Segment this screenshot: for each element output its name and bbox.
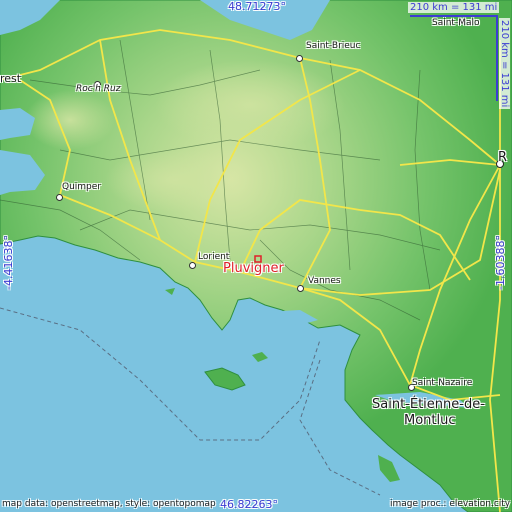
right-longitude-label: -1.60388° [494,235,507,290]
label-saint-nazaire: Saint-Nazaire [412,378,473,388]
label-rennes: R [498,150,508,165]
city-dot-lorient [189,262,196,269]
label-quimper: Quimper [62,182,102,192]
scale-label-horizontal: 210 km = 131 mi [408,2,500,13]
city-dot-saint-brieuc [296,55,303,62]
city-dot-vannes [297,285,304,292]
label-saint-brieuc: Saint-Brieuc [306,41,361,51]
elevation-map[interactable]: 48.71273° 46.82263° -4.41638° -1.60388° … [0,0,512,512]
highland-west [25,90,115,150]
top-latitude-label: 48.71273° [228,0,286,13]
label-saint-etienne-line1: Saint-Étienne-de- [372,397,485,412]
left-longitude-label: -4.41638° [2,235,15,290]
city-dot-quimper [56,194,63,201]
label-roch-ruz: Roc'h Ruz [76,84,121,94]
map-base [0,0,512,512]
credit-map-data: map data: openstreetmap, style: opentopo… [2,499,216,509]
scale-bar-vertical [496,15,498,101]
label-saint-etienne-line2: Montluc [404,413,456,428]
credit-image-proc: image proc.: elevation.city [390,499,511,509]
scale-label-vertical: 210 km = 131 mi [499,18,510,110]
bottom-latitude-label: 46.82263° [220,498,278,511]
scale-bar-horizontal [410,15,496,17]
label-saint-malo: Saint-Malo [432,18,480,28]
label-vannes: Vannes [308,276,341,286]
label-pluvigner: Pluvigner [223,261,284,276]
label-brest: rest [0,72,22,85]
